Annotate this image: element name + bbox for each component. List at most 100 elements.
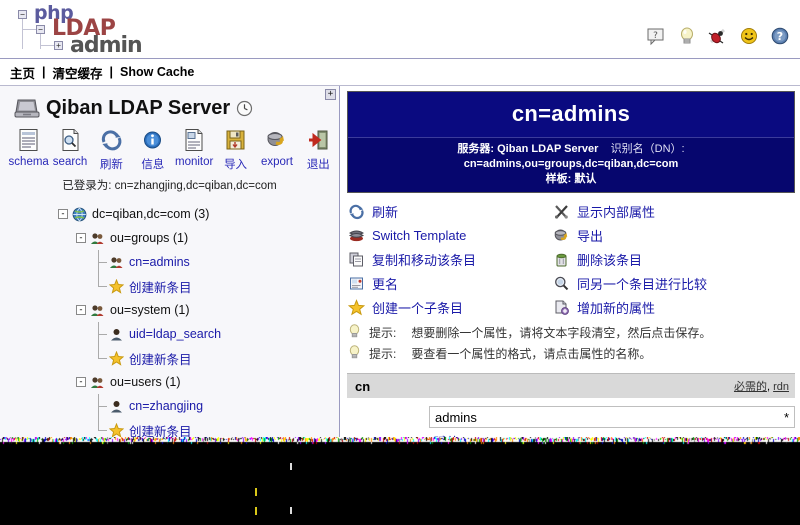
- tree-node-cn-admins[interactable]: cn=admins: [94, 250, 339, 274]
- tree-node-root[interactable]: - dc=qiban,dc=com (3): [58, 202, 339, 226]
- nav-item-show-cache[interactable]: Show Cache: [120, 65, 194, 79]
- rename-icon: [347, 275, 365, 293]
- lightbulb-icon[interactable]: [677, 26, 697, 46]
- action-label: 增加新的属性: [577, 301, 656, 316]
- tree-node-label: cn=admins: [129, 255, 190, 269]
- lightbulb-icon: [347, 344, 362, 363]
- user-icon: [109, 399, 124, 414]
- hint-row: 提示: 要查看一个属性的格式，请点击属性的名称。: [347, 343, 795, 364]
- toolbar-item-schema[interactable]: schema: [8, 127, 49, 172]
- action-label: 导出: [577, 229, 604, 244]
- toolbar-label: search: [52, 156, 88, 168]
- dn-value: cn=admins,ou=groups,dc=qiban,dc=com: [463, 158, 679, 170]
- artifact-speck: [255, 507, 257, 515]
- tree-expander[interactable]: -: [76, 233, 86, 243]
- attribute-block: cn 必需的, rdn * (赋值) (重命名): [347, 373, 795, 439]
- toolbar-item-search[interactable]: search: [49, 127, 90, 172]
- toolbar-item-info[interactable]: 信息: [132, 127, 173, 172]
- tree-node-create-entry[interactable]: 创建新条目: [94, 274, 339, 298]
- action-create-child-entry[interactable]: 创建一个子条目: [347, 298, 552, 317]
- tree-node-create-entry[interactable]: 创建新条目: [94, 346, 339, 370]
- action-show-internal-attributes[interactable]: 显示内部属性: [552, 202, 795, 221]
- trash-icon: [552, 251, 570, 269]
- schema-icon: [17, 127, 40, 153]
- nav-separator: |: [109, 65, 114, 79]
- attribute-flag-required[interactable]: 必需的: [734, 381, 767, 393]
- tree-line: [94, 274, 109, 298]
- breadcrumb-nav: 主页 | 清空缓存 | Show Cache: [0, 59, 800, 86]
- action-add-new-attribute[interactable]: 增加新的属性: [552, 298, 795, 317]
- tree-line: [94, 418, 109, 439]
- toolbar-item-monitor[interactable]: monitor: [174, 127, 215, 172]
- tree-node-create-entry[interactable]: 创建新条目: [94, 418, 339, 439]
- toolbar-item-refresh[interactable]: 刷新: [91, 127, 132, 172]
- action-refresh[interactable]: 刷新: [347, 202, 552, 221]
- tree-line: [94, 250, 109, 274]
- export-icon: [552, 227, 570, 245]
- refresh-icon: [347, 203, 365, 221]
- action-compare-entry[interactable]: 同另一个条目进行比较: [552, 274, 795, 293]
- action-label: Switch Template: [372, 228, 467, 243]
- help-balloon-icon[interactable]: ?: [646, 26, 666, 46]
- action-delete-entry[interactable]: 删除该条目: [552, 250, 795, 269]
- tree-expander[interactable]: -: [58, 209, 68, 219]
- nav-item-home[interactable]: 主页: [10, 63, 35, 82]
- bug-icon[interactable]: [708, 26, 728, 46]
- tree-line: [94, 322, 109, 346]
- attribute-value-input[interactable]: [429, 406, 795, 428]
- entry-actions: 刷新 显示内部属性 Switch Template 导出 复制和移动该条目 删除…: [347, 202, 795, 317]
- toolbar-item-export[interactable]: export: [256, 127, 297, 172]
- artifact-speck: [255, 488, 257, 496]
- tree-node-label: uid=ldap_search: [129, 327, 222, 341]
- collapse-panel-button[interactable]: +: [325, 89, 336, 100]
- attribute-flags: 必需的, rdn: [734, 378, 789, 394]
- action-label: 删除该条目: [577, 253, 643, 268]
- logo-text-admin: admin: [70, 33, 143, 58]
- action-copy-move-entry[interactable]: 复制和移动该条目: [347, 250, 552, 269]
- tree-node-uid-ldap-search[interactable]: uid=ldap_search: [94, 322, 339, 346]
- globe-icon: [72, 207, 87, 222]
- action-switch-template[interactable]: Switch Template: [347, 226, 552, 245]
- tree-node-cn-zhangjing[interactable]: cn=zhangjing: [94, 394, 339, 418]
- svg-text:?: ?: [653, 31, 658, 41]
- hint-tag: 提示:: [369, 347, 397, 361]
- action-label: 复制和移动该条目: [372, 253, 477, 268]
- smiley-icon[interactable]: [739, 26, 759, 46]
- toolbar-label: monitor: [175, 156, 214, 168]
- action-export[interactable]: 导出: [552, 226, 795, 245]
- export-icon: [265, 127, 288, 153]
- server-tree-panel: + Qiban LDAP Server schema search 刷新 信息 …: [0, 86, 340, 439]
- action-rename[interactable]: 更名: [347, 274, 552, 293]
- tree-expander[interactable]: -: [76, 377, 86, 387]
- logo-node-icon: −: [36, 25, 45, 34]
- user-icon: [109, 327, 124, 342]
- nav-item-purge-cache[interactable]: 清空缓存: [53, 63, 103, 82]
- star-icon: [347, 299, 365, 317]
- toolbar-label: export: [260, 156, 293, 168]
- hint-tag: 提示:: [369, 326, 397, 340]
- question-circle-icon[interactable]: ?: [770, 26, 790, 46]
- tree-expander[interactable]: -: [76, 305, 86, 315]
- attribute-flag-rdn[interactable]: rdn: [773, 381, 789, 393]
- attribute-name[interactable]: cn: [355, 379, 370, 394]
- tree-node-ou-users[interactable]: - ou=users (1): [76, 370, 339, 394]
- toolbar-label: 刷新: [99, 159, 123, 171]
- noise-canvas: [0, 437, 800, 445]
- toolbar-item-import[interactable]: 导入: [215, 127, 256, 172]
- group-icon: [90, 303, 105, 318]
- tree-line: [94, 394, 109, 418]
- add-attribute-icon: [552, 299, 570, 317]
- info-icon: [141, 127, 164, 153]
- tree-node-label: ou=groups (1): [110, 231, 189, 245]
- logged-in-info: 已登录为: cn=zhangjing,dc=qiban,dc=com: [0, 177, 339, 193]
- attribute-header: cn 必需的, rdn: [347, 373, 795, 398]
- tree-node-ou-system[interactable]: - ou=system (1): [76, 298, 339, 322]
- star-icon: [109, 278, 124, 294]
- toolbar-label: 导入: [224, 159, 248, 171]
- compare-icon: [552, 275, 570, 293]
- header-icon-bar: ? ?: [646, 26, 790, 46]
- tree-node-ou-groups[interactable]: - ou=groups (1): [76, 226, 339, 250]
- server-toolbar: schema search 刷新 信息 monitor 导入 export 退出: [0, 127, 339, 172]
- toolbar-item-logout[interactable]: 退出: [298, 127, 339, 172]
- app-header: − − + php LDAP admin ? ?: [0, 0, 800, 59]
